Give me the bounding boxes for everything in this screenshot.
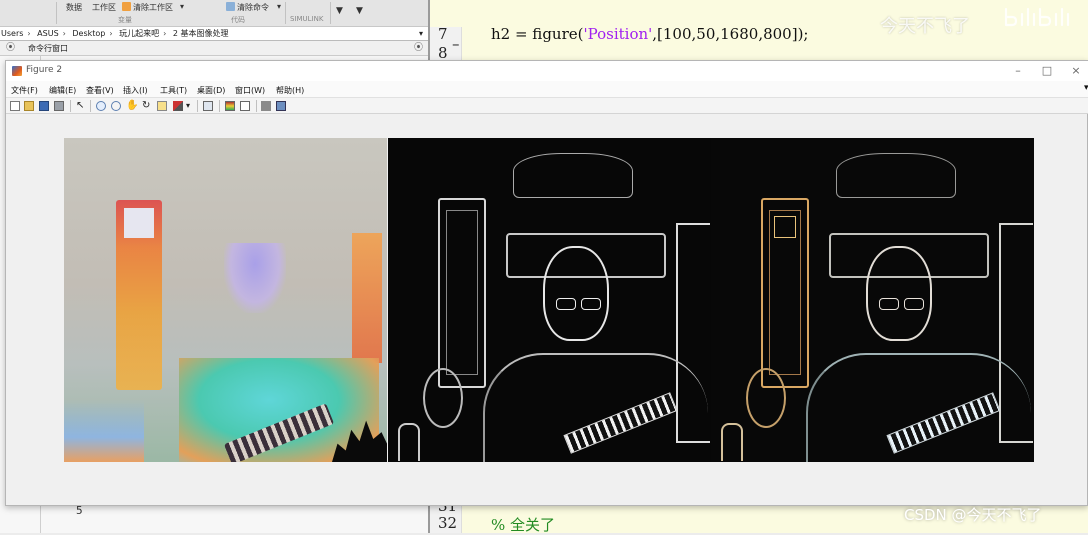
glasses-right-shape [904, 298, 924, 310]
code-comment[interactable]: % 全关了 [491, 514, 555, 535]
frame-edge-inner-shape [446, 210, 478, 375]
menu-file[interactable]: 文件(F) [11, 85, 38, 96]
menu-window[interactable]: 窗口(W) [235, 85, 265, 96]
lamp-edge-shape [836, 153, 956, 198]
line-marker: – [452, 35, 460, 53]
breadcrumb[interactable]: Users › ASUS › Desktop › 玩儿起来吧 › 2 基本图像处理 ▾ [0, 27, 428, 41]
bottle-edge-shape [721, 423, 743, 461]
menu-overflow-icon[interactable]: ▾ [1084, 83, 1088, 93]
command-window-title: 命令行窗口 [28, 44, 68, 53]
figure-window[interactable]: Figure 2 – □ × 文件(F) 编辑(E) 查看(V) 插入(I) 工… [5, 60, 1088, 506]
breadcrumb-item[interactable]: Desktop [72, 29, 105, 38]
head-shape [224, 243, 286, 313]
data-cursor-icon[interactable] [157, 101, 167, 111]
glasses-left-shape [556, 298, 576, 310]
glasses-right-shape [581, 298, 601, 310]
figure-menubar: 文件(F) 编辑(E) 查看(V) 插入(I) 工具(T) 桌面(D) 窗口(W… [6, 81, 1088, 98]
head-edge-shape [866, 246, 932, 341]
hide-tools-icon[interactable] [261, 101, 271, 111]
menu-desktop[interactable]: 桌面(D) [197, 85, 225, 96]
clear-workspace-icon [122, 2, 131, 11]
ribbon-divider [285, 2, 286, 24]
chevron-down-icon[interactable]: ▾ [419, 27, 423, 41]
color-inverted-image [64, 138, 387, 462]
options-icon[interactable]: ⦿ [414, 41, 423, 56]
breadcrumb-item[interactable]: Users [1, 29, 23, 38]
menu-view[interactable]: 查看(V) [86, 85, 114, 96]
dock-icon[interactable] [276, 101, 286, 111]
print-icon[interactable] [54, 101, 64, 111]
ribbon-divider [330, 2, 331, 24]
clear-command-icon [226, 2, 235, 11]
line-number: 32 [438, 514, 458, 532]
figure-toolbar: ↖ ✋ ↻ ▾ [6, 98, 1088, 114]
figure-title: Figure 2 [26, 65, 63, 75]
ribbon-clear-command-button[interactable]: 清除命令 [226, 2, 269, 13]
dropdown-arrow-icon[interactable]: ▼ [336, 6, 343, 16]
command-window-header: ⦿ 命令行窗口 ⦿ [0, 41, 428, 56]
maximize-button[interactable]: □ [1040, 64, 1054, 77]
ribbon-data-button[interactable]: 数据 [66, 2, 82, 13]
watermark-top: 今天不飞了 [880, 16, 970, 37]
new-file-icon[interactable] [10, 101, 20, 111]
link-icon[interactable] [203, 101, 213, 111]
menu-insert[interactable]: 插入(I) [123, 85, 148, 96]
side-frame-shape [352, 233, 382, 363]
open-folder-icon[interactable] [24, 101, 34, 111]
pointer-icon[interactable]: ↖ [76, 101, 86, 111]
ribbon-section-simulink: SIMULINK [290, 15, 324, 23]
menu-help[interactable]: 帮助(H) [276, 85, 304, 96]
edge-detection-image [388, 138, 711, 462]
dropdown-arrow-icon[interactable]: ▾ [277, 2, 281, 11]
save-icon[interactable] [39, 101, 49, 111]
color-edge-image [711, 138, 1034, 462]
ribbon-section-variable: 变量 [118, 16, 132, 24]
collapse-icon[interactable]: ⦿ [6, 41, 15, 56]
watermark-csdn: CSDN @今天不飞了 [904, 506, 1042, 524]
frame-ornament-shape [774, 216, 796, 238]
frame-inner-shape [124, 208, 154, 238]
colorbar-icon[interactable] [225, 101, 235, 111]
rotate-icon[interactable]: ↻ [142, 101, 152, 111]
toolbar-divider [90, 100, 91, 112]
breadcrumb-item[interactable]: 玩儿起来吧 [119, 29, 159, 38]
zoom-out-icon[interactable] [111, 101, 121, 111]
line-number: 7 [438, 25, 448, 43]
legend-icon[interactable] [240, 101, 250, 111]
breadcrumb-item[interactable]: 2 基本图像处理 [173, 29, 229, 38]
ribbon-clear-workspace-button[interactable]: 清除工作区 [122, 2, 173, 13]
foreground-shape [64, 400, 144, 462]
figure-title-bar[interactable]: Figure 2 – □ × [6, 61, 1088, 81]
dropdown-arrow-icon[interactable]: ▾ [180, 2, 184, 11]
lamp-edge-shape [513, 153, 633, 198]
head-edge-shape [543, 246, 609, 341]
dropdown-arrow-icon[interactable]: ▼ [356, 6, 363, 16]
bottle-edge-shape [398, 423, 420, 461]
toolbar-divider [197, 100, 198, 112]
brush-icon[interactable] [173, 101, 183, 111]
close-button[interactable]: × [1069, 64, 1083, 77]
pan-icon[interactable]: ✋ [126, 101, 138, 111]
foreground-edge-shape [423, 368, 463, 428]
toolbar-divider [70, 100, 71, 112]
breadcrumb-item[interactable]: ASUS [37, 29, 58, 38]
minimize-button[interactable]: – [1011, 64, 1025, 77]
ribbon-workspace-button[interactable]: 工作区 [92, 2, 116, 13]
toolbar-divider [219, 100, 220, 112]
zoom-in-icon[interactable] [96, 101, 106, 111]
glasses-left-shape [879, 298, 899, 310]
menu-edit[interactable]: 编辑(E) [49, 85, 76, 96]
matlab-logo-icon [12, 66, 22, 76]
dropdown-arrow-icon[interactable]: ▾ [186, 101, 196, 111]
toolbar-divider [256, 100, 257, 112]
menu-tools[interactable]: 工具(T) [160, 85, 187, 96]
code-line[interactable]: h2 = figure('Position',[100,50,1680,800]… [491, 25, 808, 43]
bilibili-logo-icon [1004, 7, 1070, 27]
ribbon-section-code: 代码 [231, 16, 245, 24]
ribbon-divider [56, 2, 57, 24]
foreground-edge-shape [746, 368, 786, 428]
